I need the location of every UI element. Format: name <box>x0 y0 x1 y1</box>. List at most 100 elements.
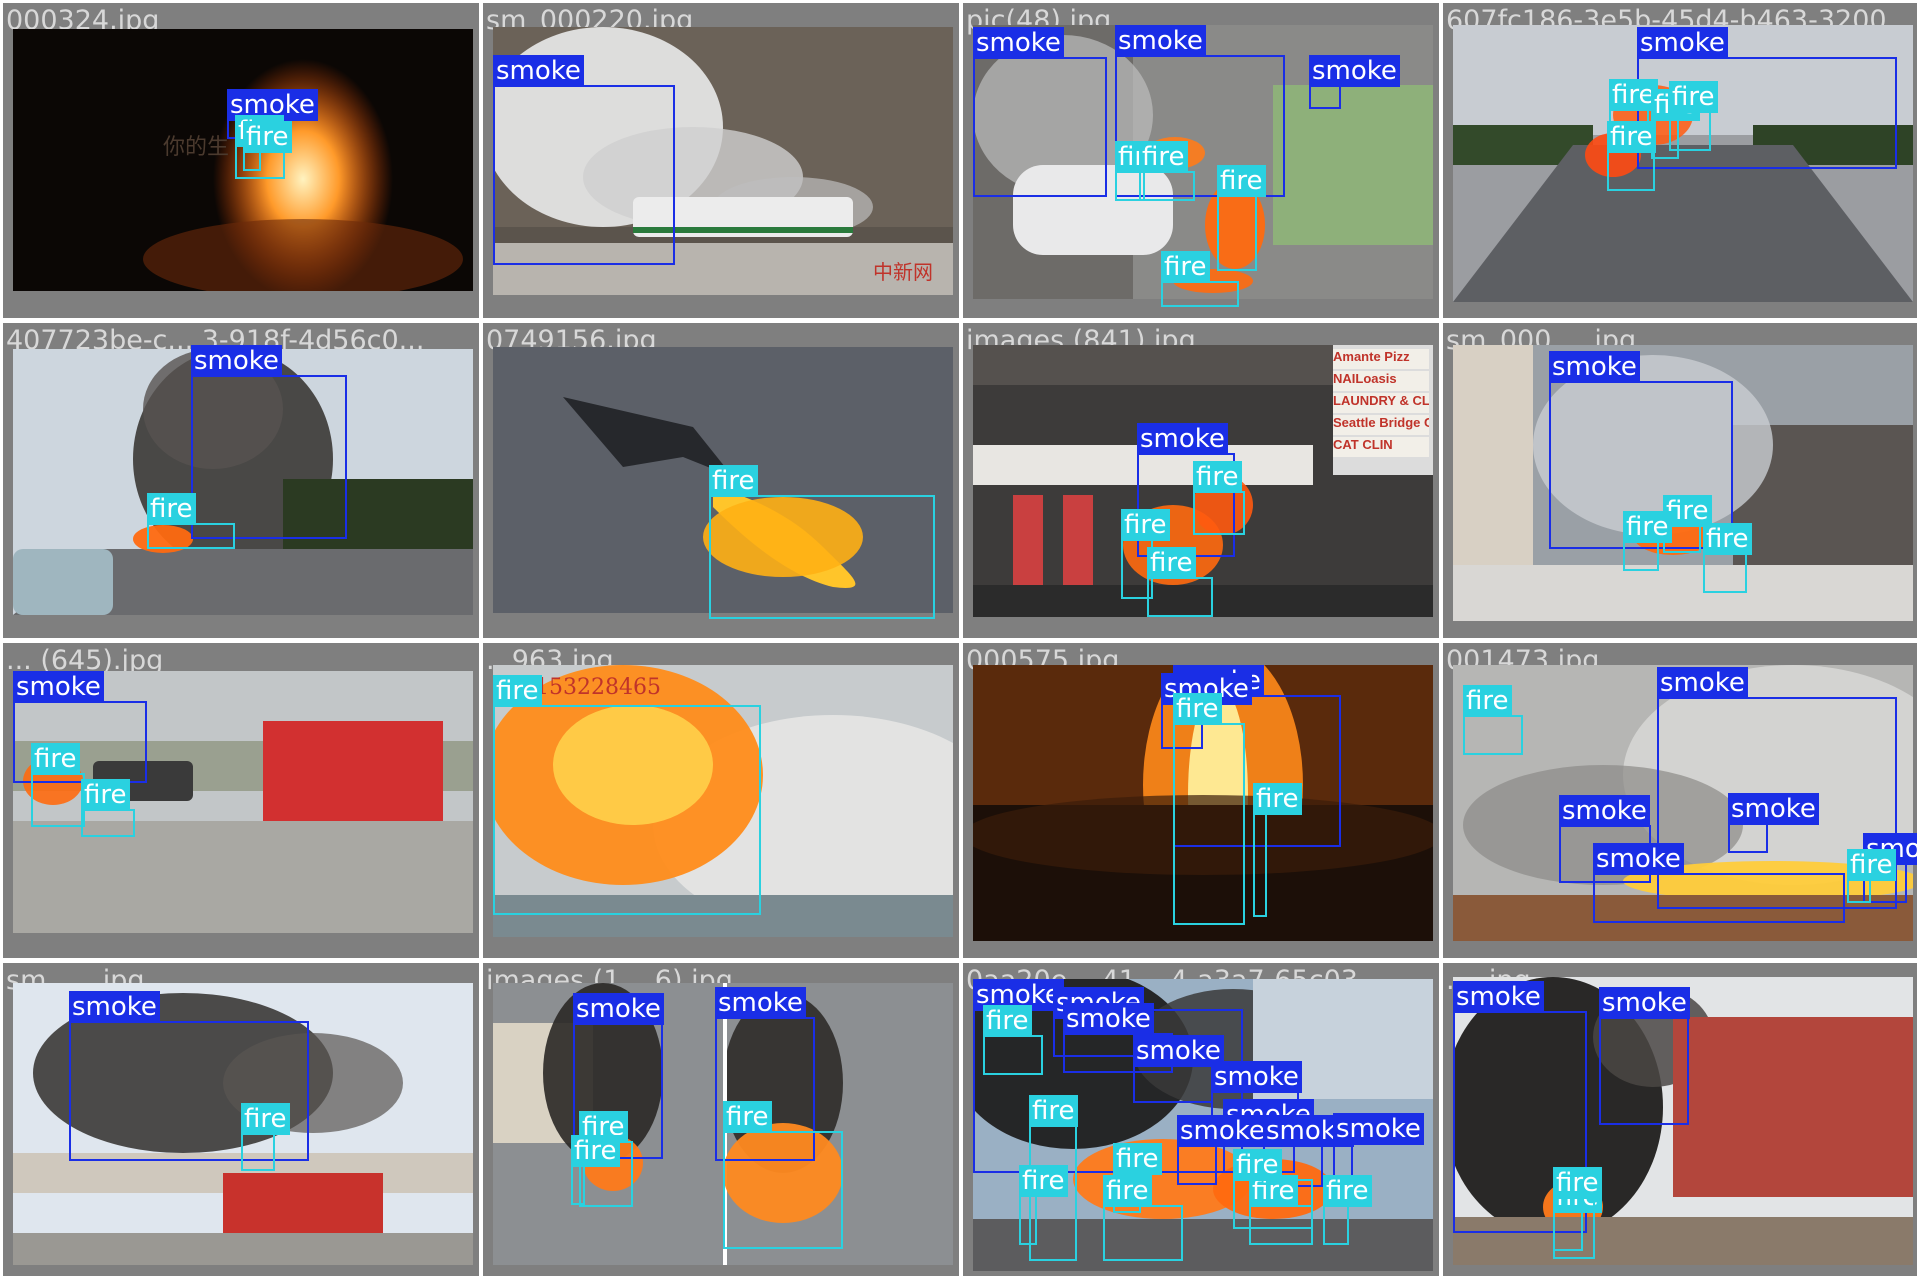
fire-detection-label: fire <box>1607 121 1656 153</box>
fire-detection-label: fire <box>1623 511 1672 543</box>
image-tile[interactable]: images (841).jpg Amante Pizz NAILoasis LAU… <box>963 323 1439 638</box>
fire-detection-box: fire <box>1703 523 1752 593</box>
fire-detection-box: fire <box>1323 1175 1372 1245</box>
fire-detection-label: fire <box>1323 1175 1372 1207</box>
fire-detection-label: fire <box>243 121 292 153</box>
fire-detection-box: fire <box>1139 141 1195 201</box>
fire-detection-box: fire <box>1147 547 1213 617</box>
detection-results-grid: 000324.jpg 你的生smokefirefiresm_000220.jpg… <box>0 0 1920 1280</box>
smoke-detection-label: smoke <box>1309 55 1400 87</box>
smoke-detection-label: smoke <box>973 27 1064 59</box>
smoke-detection-label: smoke <box>1549 351 1640 383</box>
image-tile[interactable]: 000575.jpg smokesmokefirefire <box>963 643 1439 958</box>
smoke-detection-box: smoke <box>1599 987 1690 1125</box>
smoke-detection-label: smoke <box>191 345 282 377</box>
smoke-detection-box: smoke <box>1309 55 1400 109</box>
fire-detection-box: fire <box>709 465 935 619</box>
fire-detection-label: fire <box>983 1005 1032 1037</box>
smoke-detection-box: smoke <box>1728 793 1819 853</box>
image-tile[interactable]: 001473.jpg smokesmokesmokesmokesmokefire… <box>1443 643 1917 958</box>
fire-detection-label: fire <box>1173 693 1222 725</box>
fire-detection-label: fire <box>1139 141 1188 173</box>
fire-detection-label: fire <box>571 1135 620 1167</box>
fire-detection-label: fire <box>1029 1095 1078 1127</box>
image-tile[interactable]: ... (645).jpg smoke fire fire <box>3 643 479 958</box>
image-tile[interactable]: sm_000... .jpg smoke fire fire fire <box>1443 323 1917 638</box>
fire-detection-label: fire <box>1103 1175 1152 1207</box>
fire-detection-box: fire <box>241 1103 290 1171</box>
smoke-detection-label: smoke <box>1177 1115 1268 1147</box>
fire-detection-label: fire <box>1553 1167 1602 1199</box>
smoke-detection-label: smoke <box>1559 795 1650 827</box>
fire-detection-label: fire <box>709 465 758 497</box>
storefront-sign: Seattle Bridge C <box>1333 415 1429 435</box>
smoke-detection-label: smoke <box>1593 843 1684 875</box>
fire-detection-box: fire <box>1161 251 1239 307</box>
fire-detection-box: fire <box>1553 1167 1602 1259</box>
fire-detection-box: fire <box>723 1101 843 1249</box>
storefront-sign: NAILoasis <box>1333 371 1429 391</box>
smoke-detection-box: smoke <box>493 55 675 265</box>
fire-detection-label: fire <box>1703 523 1752 555</box>
smoke-detection-box: smoke <box>1133 1035 1224 1103</box>
fire-detection-box: fire <box>493 675 761 915</box>
smoke-detection-label: smoke <box>1333 1113 1424 1145</box>
image-tile[interactable]: images (1... 6).jpg smoke smoke fire fire fi… <box>483 963 959 1276</box>
fire-detection-box: fire <box>1669 81 1718 151</box>
image-tile[interactable]: 0aa20e... 41... 4-a3a7-65c03... smokesmo… <box>963 963 1439 1276</box>
smoke-detection-label: smoke <box>1657 667 1748 699</box>
fire-detection-label: fire <box>1161 251 1210 283</box>
smoke-detection-label: smoke <box>573 993 664 1025</box>
image-tile[interactable]: pic(48).jpg smokesmokesmokefirefirefiref… <box>963 3 1439 318</box>
storefront-sign: CAT CLIN <box>1333 437 1429 457</box>
fire-detection-box: fire <box>1253 783 1302 917</box>
smoke-detection-label: smoke <box>493 55 584 87</box>
fire-detection-box: fire <box>1623 511 1672 571</box>
fire-detection-box: fire <box>1233 1149 1313 1229</box>
smoke-detection-box: smoke <box>191 345 347 539</box>
fire-detection-label: fire <box>1121 509 1170 541</box>
smoke-detection-label: smoke <box>1115 25 1206 57</box>
fire-detection-box: fire <box>243 121 292 171</box>
fire-detection-box: fire <box>1463 685 1523 755</box>
image-tile[interactable]: 607fc186-3e5b-45d4-b463-3200 smoke fire fi… <box>1443 3 1917 318</box>
fire-detection-label: fire <box>1147 547 1196 579</box>
image-tile[interactable]: 000324.jpg 你的生smokefirefire <box>3 3 479 318</box>
fire-detection-box: fire <box>571 1135 620 1205</box>
fire-detection-box: fire <box>1019 1165 1068 1245</box>
fire-detection-label: fire <box>1463 685 1512 717</box>
image-tile[interactable]: ... .jpg smokesmokefirefire <box>1443 963 1917 1276</box>
storefront-sign: LAUNDRY & CLEAN <box>1333 393 1429 413</box>
fire-detection-label: fire <box>1669 81 1718 113</box>
fire-detection-label: fire <box>493 675 542 707</box>
image-tile[interactable]: sm_000220.jpg 中新网 smoke <box>483 3 959 318</box>
smoke-detection-label: smoke <box>69 991 160 1023</box>
fire-detection-box: fire <box>1193 461 1245 535</box>
smoke-detection-label: smoke <box>1137 423 1228 455</box>
fire-detection-box: fire <box>1607 121 1656 191</box>
smoke-detection-label: smoke <box>13 671 104 703</box>
smoke-detection-label: smoke <box>1728 793 1819 825</box>
fire-detection-label: fire <box>1847 849 1896 881</box>
fire-detection-label: fire <box>1019 1165 1068 1197</box>
smoke-detection-box: smoke <box>973 27 1107 197</box>
image-tile[interactable]: 407723be-c... 3-918f-4d56c0... smoke fire <box>3 323 479 638</box>
fire-detection-box: fire <box>983 1005 1043 1075</box>
smoke-detection-label: smoke <box>1599 987 1690 1019</box>
fire-detection-label: fire <box>1253 783 1302 815</box>
smoke-detection-label: smoke <box>1637 27 1728 59</box>
fire-detection-box: fire <box>1217 165 1266 271</box>
image-tile[interactable]: sm_... .jpg smoke fire <box>3 963 479 1276</box>
image-watermark: 中新网 <box>873 260 933 284</box>
fire-detection-box: fire <box>1103 1175 1183 1261</box>
image-tile[interactable]: ...963.jpg 18153228465 fire <box>483 643 959 958</box>
fire-detection-label: fire <box>1113 1143 1162 1175</box>
fire-detection-label: fire <box>31 743 80 775</box>
smoke-detection-label: smoke <box>1211 1061 1302 1093</box>
image-tile[interactable]: 0749156.jpg fire <box>483 323 959 638</box>
fire-detection-box: fire <box>147 493 235 549</box>
fire-detection-label: fire <box>241 1103 290 1135</box>
image-overlay-text: 你的生 <box>163 135 230 160</box>
fire-detection-label: fire <box>1217 165 1266 197</box>
storefront-sign: Amante Pizz <box>1333 349 1429 369</box>
